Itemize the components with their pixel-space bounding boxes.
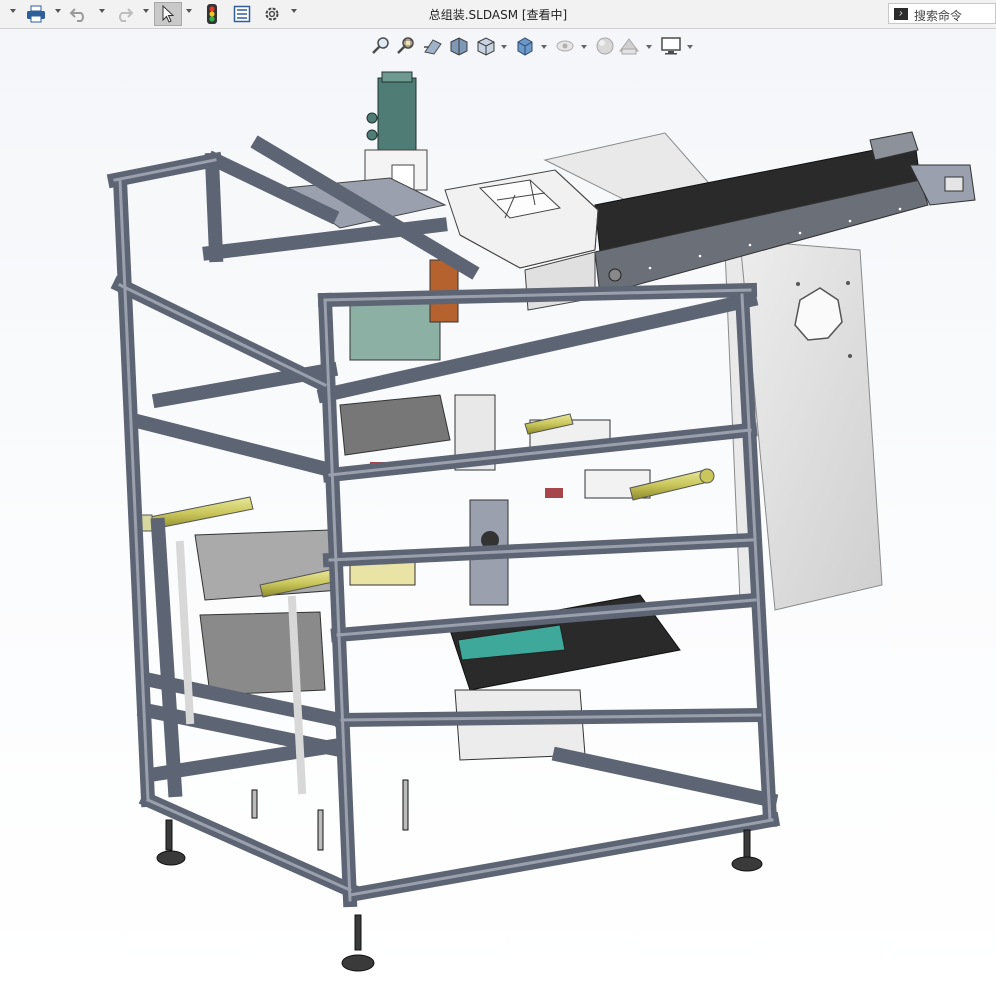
- document-title: 总组装.SLDASM [查看中]: [428, 8, 568, 22]
- search-placeholder: 搜索命令: [914, 9, 963, 23]
- search-commands-field[interactable]: 搜索命令: [888, 3, 996, 24]
- title-bar: 总组装.SLDASM [查看中] 搜索命令: [0, 0, 996, 29]
- graphics-area[interactable]: [0, 29, 996, 995]
- terminal-icon: [894, 8, 908, 20]
- drive-motor: [364, 71, 428, 191]
- assembly-model[interactable]: [0, 29, 996, 995]
